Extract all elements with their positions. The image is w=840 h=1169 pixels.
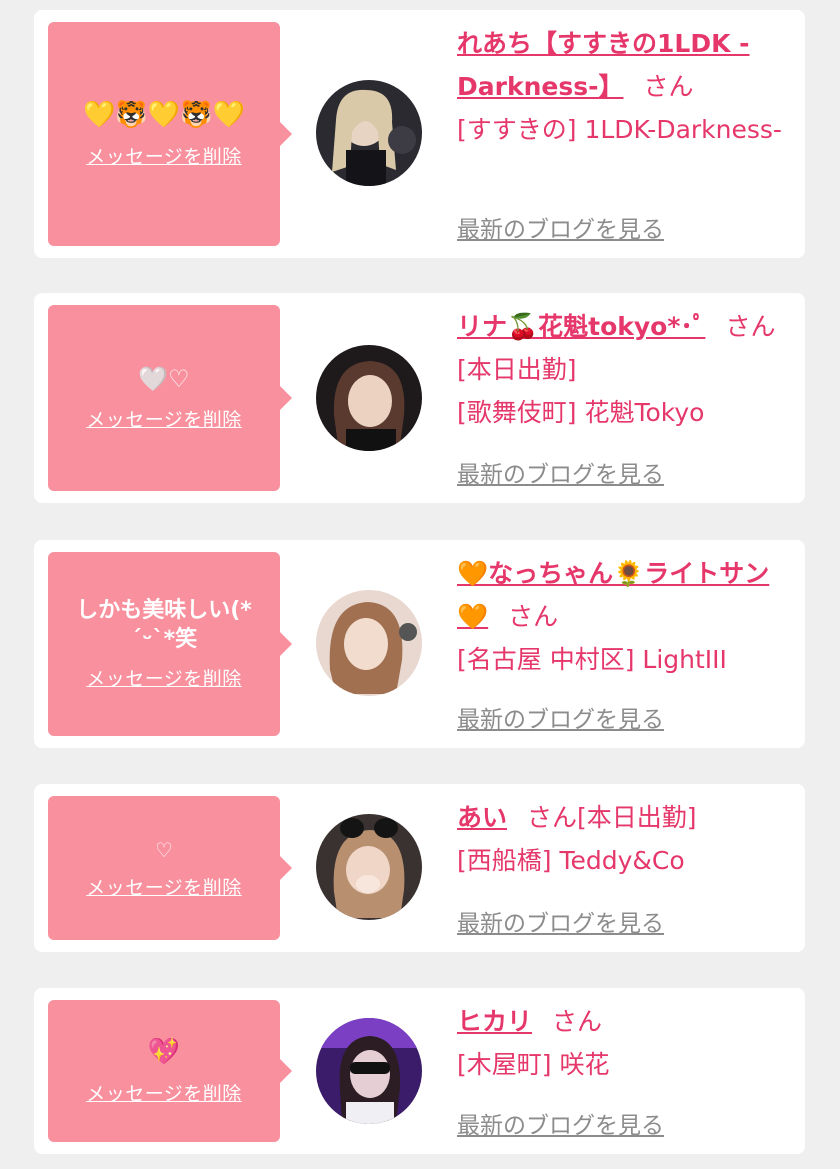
san-suffix: さん: [643, 72, 694, 101]
girl-photo-avatar-icon: [316, 814, 422, 920]
message-text: ♡: [155, 837, 173, 862]
view-blog-link[interactable]: 最新のブログを見る: [457, 700, 664, 734]
san-suffix: さん: [552, 1007, 603, 1036]
message-card: 💖 メッセージを削除 ヒカリ さん [木屋町] 咲花 最新のブログを見る: [34, 988, 805, 1154]
sender-location: [すすきの] 1LDK-Darkness-: [457, 115, 782, 144]
view-blog-link[interactable]: 最新のブログを見る: [457, 455, 664, 489]
message-text: 💖: [147, 1036, 181, 1067]
work-badge: [本日出勤]: [457, 355, 577, 384]
view-blog-link[interactable]: 最新のブログを見る: [457, 904, 664, 938]
san-suffix: さん: [508, 602, 559, 631]
message-bubble: 🤍♡ メッセージを削除: [48, 305, 292, 491]
message-bubble: ♡ メッセージを削除: [48, 796, 292, 940]
sender-location: [西船橋] Teddy&Co: [457, 846, 685, 875]
avatar[interactable]: [316, 80, 422, 186]
view-blog-link[interactable]: 最新のブログを見る: [457, 210, 664, 244]
sender-name-link[interactable]: 🧡なっちゃん🌻ライトサン🧡: [457, 559, 769, 631]
sender-location: [歌舞伎町] 花魁Tokyo: [457, 398, 705, 427]
sender-name-link[interactable]: あい: [457, 803, 507, 832]
sender-info: ヒカリ さん [木屋町] 咲花: [457, 1000, 787, 1086]
sender-info: 🧡なっちゃん🌻ライトサン🧡 さん [名古屋 中村区] LightIII: [457, 552, 787, 681]
sender-location: [木屋町] 咲花: [457, 1050, 610, 1079]
view-blog-link[interactable]: 最新のブログを見る: [457, 1106, 664, 1140]
message-text: 🤍♡: [138, 364, 190, 393]
san-suffix: さん: [527, 803, 578, 832]
delete-message-link[interactable]: メッセージを削除: [86, 405, 242, 432]
work-badge: [本日出勤]: [577, 803, 697, 832]
delete-message-link[interactable]: メッセージを削除: [86, 142, 242, 169]
message-list: 💛🐯💛🐯💛 メッセージを削除 れあち【すすきの1LDK -Darkness-】さ…: [0, 0, 840, 1169]
delete-message-link[interactable]: メッセージを削除: [86, 873, 242, 900]
girl-photo-avatar-icon: [316, 590, 422, 696]
message-bubble: 💖 メッセージを削除: [48, 1000, 292, 1142]
message-text: 💛🐯💛🐯💛: [83, 99, 245, 130]
avatar[interactable]: [316, 590, 422, 696]
avatar[interactable]: [316, 814, 422, 920]
message-card: しかも美味しい(*´ᵕ`*笑 メッセージを削除 🧡なっちゃん🌻ライトサン🧡 さん …: [34, 540, 805, 748]
sender-info: リナ🍒花魁tokyo*･ﾟ さん [本日出勤] [歌舞伎町] 花魁Tokyo: [457, 305, 787, 434]
message-card: 🤍♡ メッセージを削除 リナ🍒花魁tokyo*･ﾟ さん [本日出勤] [歌舞伎町]…: [34, 293, 805, 503]
message-text: しかも美味しい(*´ᵕ`*笑: [76, 597, 252, 652]
delete-message-link[interactable]: メッセージを削除: [86, 1079, 242, 1106]
sender-name-link[interactable]: リナ🍒花魁tokyo*･ﾟ: [457, 312, 705, 341]
san-suffix: さん: [725, 312, 776, 341]
message-bubble: しかも美味しい(*´ᵕ`*笑 メッセージを削除: [48, 552, 292, 736]
sender-location: [名古屋 中村区] LightIII: [457, 645, 727, 674]
message-card: 💛🐯💛🐯💛 メッセージを削除 れあち【すすきの1LDK -Darkness-】さ…: [34, 10, 805, 258]
sender-name-link[interactable]: ヒカリ: [457, 1007, 532, 1036]
message-card: ♡ メッセージを削除 あい さん[本日出勤] [西船橋] Teddy&Co 最新の…: [34, 784, 805, 952]
delete-message-link[interactable]: メッセージを削除: [86, 664, 242, 691]
girl-photo-avatar-icon: [316, 345, 422, 451]
girl-photo-avatar-icon: [316, 80, 422, 186]
avatar[interactable]: [316, 345, 422, 451]
sender-info: あい さん[本日出勤] [西船橋] Teddy&Co: [457, 796, 787, 882]
girl-photo-avatar-icon: [316, 1018, 422, 1124]
message-bubble: 💛🐯💛🐯💛 メッセージを削除: [48, 22, 292, 246]
avatar[interactable]: [316, 1018, 422, 1124]
sender-info: れあち【すすきの1LDK -Darkness-】 さん [すすきの] 1LDK-D…: [457, 22, 787, 151]
sender-name-link[interactable]: れあち【すすきの1LDK -Darkness-】: [457, 29, 750, 101]
